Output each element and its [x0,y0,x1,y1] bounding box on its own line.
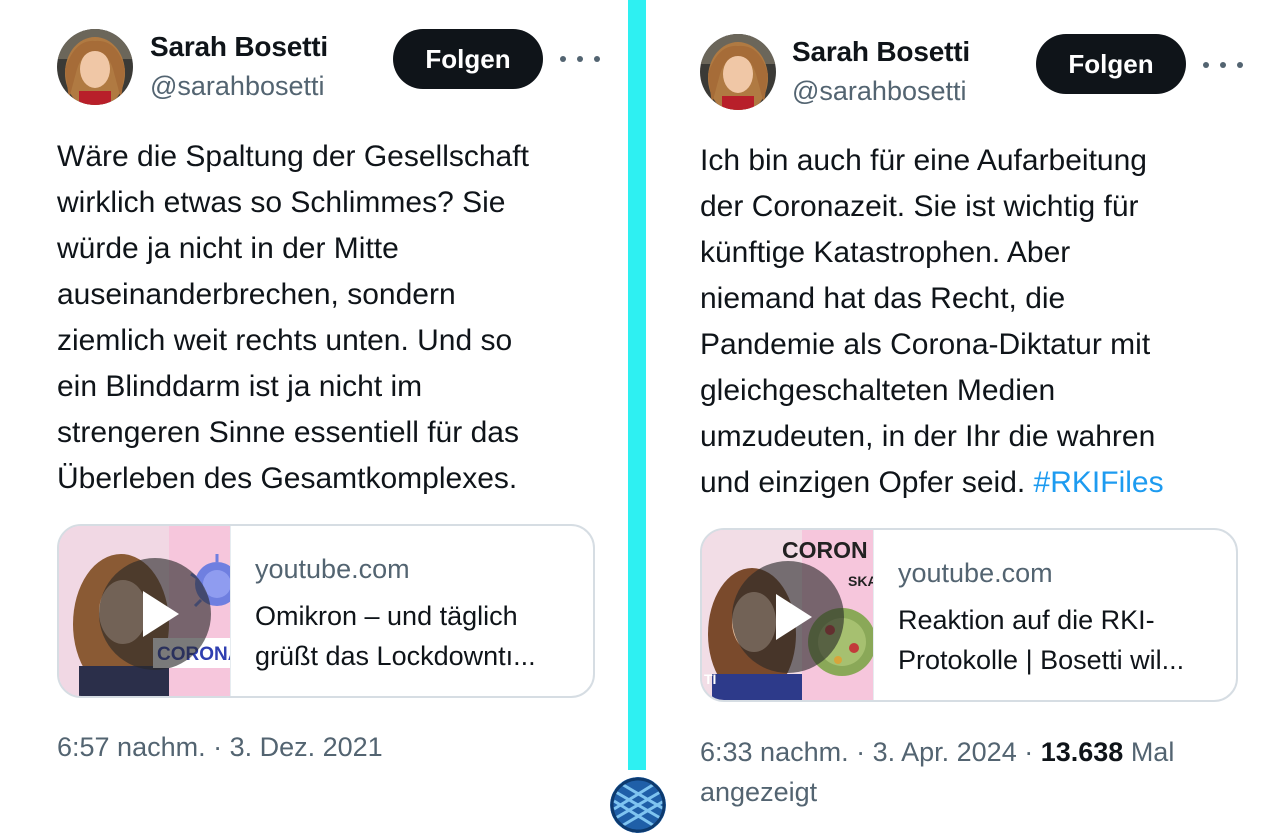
tweet-text-line: und einzigen Opfer seid. #RKIFiles [700,460,1240,506]
card-title-line: Reaktion auf die RKI- [898,605,1155,635]
thumbnail-text: SKA [848,573,874,589]
author-name[interactable]: Sarah Bosetti [792,36,970,68]
tweet-text-line: Überleben des Gesamtkomplexes. [57,462,518,495]
card-title: Omikron – und täglich grüßt das Lockdown… [255,596,575,676]
play-icon[interactable] [732,561,844,673]
more-options-icon[interactable] [560,44,600,74]
tweet-text-line: strengeren Sinne essentiell für das [57,416,519,449]
tweet-text-line: ziemlich weit rechts unten. Und so [57,324,513,357]
author-handle[interactable]: @sarahbosetti [792,76,967,107]
tweet-right: Sarah Bosetti @sarahbosetti Folgen Ich b… [643,0,1243,838]
follow-button[interactable]: Folgen [393,29,543,89]
tweet-text-fragment: und einzigen Opfer seid. [700,466,1034,499]
link-card[interactable]: CORON SKA TI youtube.com Reaktion auf di… [700,528,1238,702]
video-thumbnail[interactable]: CORONA [59,526,231,696]
dot [1237,62,1243,68]
avatar-image [700,34,776,110]
tweet-timestamp[interactable]: 6:57 nachm. · 3. Dez. 2021 [57,732,383,763]
hashtag-link[interactable]: #RKIFiles [1034,466,1164,499]
tweet-text-line: niemand hat das Recht, die [700,282,1066,315]
card-domain: youtube.com [898,558,1053,588]
avatar[interactable] [57,29,133,105]
link-card[interactable]: CORONA youtube.com Omikron – und täglich… [57,524,595,698]
more-options-icon[interactable] [1203,50,1243,80]
dot [560,56,566,62]
view-count-suffix: Mal [1123,737,1175,767]
card-title-line: Omikron – und täglich [255,601,518,631]
card-domain: youtube.com [255,554,410,584]
thumbnail-text: TI [704,671,716,687]
tweet-text-line: würde ja nicht in der Mitte [57,232,399,265]
avatar[interactable] [700,34,776,110]
tweet-text: Ich bin auch für eine Aufarbeitung der C… [700,138,1240,506]
tweet-left: Sarah Bosetti @sarahbosetti Folgen Wäre … [0,0,600,838]
tweet-text-line: auseinanderbrechen, sondern [57,278,456,311]
dot [1203,62,1209,68]
author-name[interactable]: Sarah Bosetti [150,31,328,63]
tweet-text-line: Wäre die Spaltung der Gesellschaft [57,140,529,173]
dot [594,56,600,62]
thumbnail-text: CORON [782,537,868,563]
avatar-image [57,29,133,105]
dot [1220,62,1226,68]
dot [577,56,583,62]
tweet-text-line: Pandemie als Corona-Diktatur mit [700,328,1151,361]
tweet-text-line: Ich bin auch für eine Aufarbeitung [700,144,1147,177]
video-thumbnail[interactable]: CORON SKA TI [702,530,874,700]
author-handle[interactable]: @sarahbosetti [150,71,325,102]
tweet-text-line: umzudeuten, in der Ihr die wahren [700,420,1156,453]
view-count: 13.638 [1040,737,1124,767]
card-title-line: Protokolle | Bosetti wil... [898,645,1185,675]
tweet-text: Wäre die Spaltung der Gesellschaft wirkl… [57,134,597,502]
tweet-text-line: ein Blinddarm ist ja nicht im [57,370,423,403]
tweet-text-line: der Coronazeit. Sie ist wichtig für [700,190,1139,223]
play-icon[interactable] [99,558,211,670]
tweet-text-line: wirklich etwas so Schlimmes? Sie [57,186,506,219]
timestamp-text[interactable]: 6:33 nachm. · 3. Apr. 2024 · [700,737,1041,767]
card-title: Reaktion auf die RKI- Protokolle | Boset… [898,600,1218,680]
follow-button[interactable]: Folgen [1036,34,1186,94]
card-title-line: grüßt das Lockdowntı... [255,641,536,671]
tweet-timestamp[interactable]: 6:33 nachm. · 3. Apr. 2024 · 13.638 Mal [700,737,1174,768]
tweet-text-line: künftige Katastrophen. Aber [700,236,1071,269]
view-count-suffix-line: angezeigt [700,777,818,807]
tweet-text-line: gleichgeschalteten Medien [700,374,1056,407]
